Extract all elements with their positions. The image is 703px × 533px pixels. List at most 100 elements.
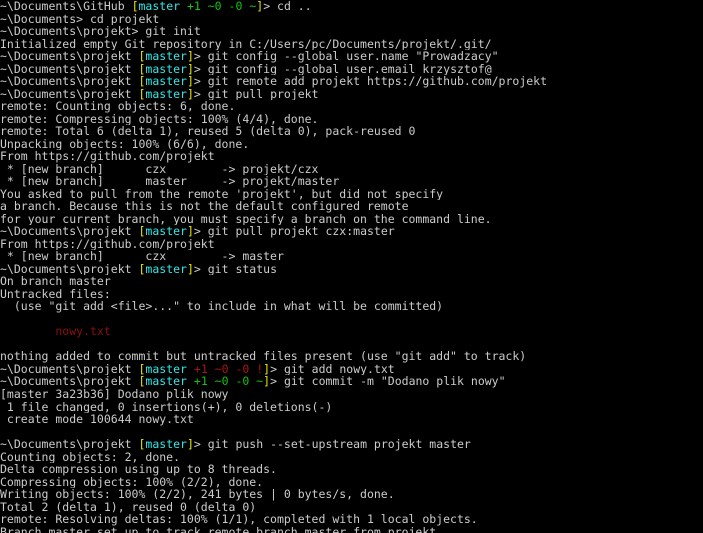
- terminal-text-segment: [master 3a23b36] Dodano plik nowy: [0, 387, 229, 401]
- terminal-prompt-line: ~\Documents\GitHub [master +1 ~0 -0 ~]> …: [0, 0, 703, 13]
- terminal-text-segment: From https://github.com/projekt: [0, 237, 215, 251]
- terminal-text-segment: Initialized empty Git repository in C:/U…: [0, 37, 492, 51]
- terminal-text-segment: > git status: [193, 262, 277, 276]
- terminal-output-line: nothing added to commit but untracked fi…: [0, 350, 703, 363]
- terminal-text-segment: > git push --set-upstream projekt master: [193, 438, 471, 451]
- terminal-text-segment: master: [145, 87, 187, 101]
- terminal-text-segment: ~\Documents\projekt: [0, 362, 139, 376]
- terminal-output-line: remote: Counting objects: 6, done.: [0, 100, 703, 113]
- terminal-prompt-line: ~\Documents\projekt [master +1 ~0 -0 ~]>…: [0, 375, 703, 388]
- terminal-text-segment: master: [145, 225, 187, 238]
- terminal-text-segment: master: [145, 375, 187, 388]
- terminal-output-line: (use "git add <file>..." to include in w…: [0, 300, 703, 313]
- terminal-text-segment: ]: [186, 75, 194, 88]
- terminal-text-segment: Untracked files:: [0, 287, 111, 301]
- terminal-text-segment: remote: Total 6 (delta 1), reused 5 (del…: [0, 125, 416, 138]
- terminal-text-segment: master: [145, 50, 187, 63]
- terminal-text-segment: create mode 100644 nowy.txt: [0, 413, 194, 426]
- terminal-text-segment: remote: Counting objects: 6, done.: [0, 100, 236, 113]
- terminal-output-line: Unpacking objects: 100% (6/6), done.: [0, 138, 703, 151]
- terminal-text-segment: ]: [186, 87, 194, 101]
- terminal-text-segment: [: [131, 0, 139, 13]
- terminal-text-segment: ~\Documents\projekt> git init: [0, 25, 201, 38]
- terminal-output-line: Compressing objects: 100% (2/2), done.: [0, 476, 703, 489]
- terminal-text-segment: remote: Compressing objects: 100% (4/4),…: [0, 112, 319, 126]
- terminal-prompt-line: ~\Documents\projekt [master]> git config…: [0, 63, 703, 76]
- terminal-text-segment: Writing objects: 100% (2/2), 241 bytes |…: [0, 488, 395, 501]
- terminal-text-segment: Branch master set up to track remote bra…: [0, 525, 444, 533]
- terminal-output-line: Initialized empty Git repository in C:/U…: [0, 38, 703, 51]
- terminal-text-segment: From https://github.com/projekt: [0, 150, 215, 163]
- terminal-text-segment: > git commit -m "Dodano plik nowy": [270, 375, 506, 388]
- terminal-text-segment: -0: [228, 375, 250, 388]
- terminal-window[interactable]: ~\Documents\GitHub [master +1 ~0 -0 ~]> …: [0, 0, 703, 533]
- terminal-text-segment: > cd ..: [263, 0, 312, 13]
- terminal-text-segment: > git remote add projekt https://github.…: [193, 75, 548, 88]
- terminal-text-segment: +1: [186, 362, 208, 376]
- terminal-text-segment: -0: [228, 362, 250, 376]
- terminal-output-line: create mode 100644 nowy.txt: [0, 413, 703, 426]
- terminal-text-segment: nothing added to commit but untracked fi…: [0, 350, 527, 363]
- terminal-output-line: You asked to pull from the remote 'proje…: [0, 188, 703, 201]
- terminal-text-segment: master: [145, 62, 187, 76]
- terminal-text-segment: > git pull projekt: [193, 87, 319, 101]
- terminal-text-segment: ]: [186, 62, 194, 76]
- terminal-text-segment: > git config --global user.name "Prowadz…: [193, 50, 499, 63]
- terminal-text-segment: nowy.txt: [0, 325, 111, 338]
- terminal-text-segment: remote: Resolving deltas: 100% (1/1), co…: [0, 513, 478, 526]
- terminal-output-line: On branch master: [0, 275, 703, 288]
- terminal-text-segment: master: [138, 0, 181, 13]
- terminal-text-segment: master: [145, 438, 187, 451]
- terminal-prompt-line: ~\Documents\projekt [master]> git pull p…: [0, 88, 703, 101]
- terminal-output-line: remote: Resolving deltas: 100% (1/1), co…: [0, 513, 703, 526]
- terminal-text-segment: ~\Documents\projekt: [0, 50, 139, 63]
- terminal-text-segment: for your current branch, you must specif…: [0, 212, 492, 226]
- terminal-text-segment: +1: [186, 375, 208, 388]
- terminal-prompt-line: ~\Documents\projekt [master]> git status: [0, 263, 703, 276]
- terminal-output-line: * [new branch] czx -> master: [0, 250, 703, 263]
- terminal-text-segment: 1 file changed, 0 insertions(+), 0 delet…: [0, 400, 333, 414]
- terminal-text-segment: ~\Documents\projekt: [0, 225, 139, 238]
- terminal-text-segment: master: [145, 262, 187, 276]
- terminal-text-segment: ~\Documents\projekt: [0, 438, 139, 451]
- terminal-text-segment: !: [249, 362, 264, 376]
- terminal-text-segment: ~\Documents\projekt: [0, 62, 139, 76]
- terminal-output-line: Delta compression using up to 8 threads.: [0, 463, 703, 476]
- terminal-text-segment: You asked to pull from the remote 'proje…: [0, 187, 444, 201]
- terminal-text-segment: Total 2 (delta 1), reused 0 (delta 0): [0, 500, 257, 514]
- terminal-output-line: Counting objects: 2, done.: [0, 451, 703, 464]
- terminal-text-segment: ]: [186, 225, 194, 238]
- terminal-text-segment: (use "git add <file>..." to include in w…: [0, 300, 444, 313]
- terminal-output-line: a branch. Because this is not the defaul…: [0, 200, 703, 213]
- terminal-text-segment: Compressing objects: 100% (2/2), done.: [0, 475, 264, 489]
- terminal-text-segment: master: [145, 362, 187, 376]
- terminal-text-segment: * [new branch] czx -> projekt/czx: [0, 162, 319, 176]
- terminal-text-segment: ]: [186, 50, 194, 63]
- terminal-text-segment: +1: [180, 0, 201, 13]
- terminal-output-line: * [new branch] czx -> projekt/czx: [0, 163, 703, 176]
- terminal-text-segment: > git config --global user.email krzyszt…: [193, 62, 492, 76]
- terminal-text-segment: -0: [221, 0, 243, 13]
- terminal-text-segment: ~\Documents\projekt: [0, 375, 139, 388]
- terminal-output-line: for your current branch, you must specif…: [0, 213, 703, 226]
- terminal-prompt-line: ~\Documents\projekt [master]> git pull p…: [0, 225, 703, 238]
- terminal-prompt-line: ~\Documents\projekt> git init: [0, 25, 703, 38]
- terminal-text-segment: ~\Documents\projekt: [0, 262, 139, 276]
- terminal-output-line: Untracked files:: [0, 288, 703, 301]
- terminal-text-segment: ~\Documents> cd projekt: [0, 12, 160, 26]
- terminal-text-segment: ~\Documents\projekt: [0, 87, 139, 101]
- terminal-output-line: Branch master set up to track remote bra…: [0, 526, 703, 533]
- terminal-text-segment: > git add nowy.txt: [270, 362, 395, 376]
- terminal-output-line: 1 file changed, 0 insertions(+), 0 delet…: [0, 401, 703, 414]
- terminal-prompt-line: ~\Documents\projekt [master]> git push -…: [0, 438, 703, 451]
- terminal-text-segment: > git pull projekt czx:master: [193, 225, 395, 238]
- terminal-prompt-line: ~\Documents\projekt [master]> git config…: [0, 50, 703, 63]
- terminal-prompt-line: ~\Documents> cd projekt: [0, 13, 703, 26]
- terminal-text-segment: * [new branch] czx -> master: [0, 250, 284, 263]
- terminal-text-segment: master: [145, 75, 187, 88]
- terminal-prompt-line: ~\Documents\projekt [master +1 ~0 -0 !]>…: [0, 363, 703, 376]
- terminal-text-segment: * [new branch] master -> projekt/master: [0, 175, 340, 188]
